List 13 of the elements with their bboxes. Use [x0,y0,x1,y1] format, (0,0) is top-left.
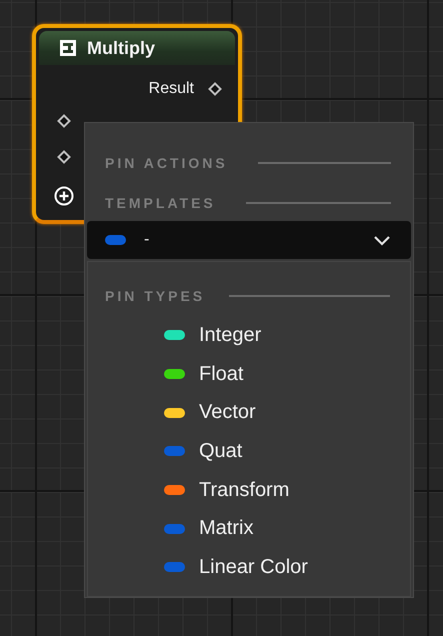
pin-type-label: Integer [199,324,262,347]
pin-type-label: Float [199,362,244,386]
pin-type-label: Matrix [199,517,254,540]
node-title: Multiply [87,38,155,58]
section-heading: PIN ACTIONS [105,155,228,171]
pin-type-label: Vector [199,401,256,424]
section-heading: TEMPLATES [105,195,216,211]
dropdown-value: - [144,231,150,249]
pin-type-label: Linear Color [199,556,308,579]
section-heading: PIN TYPES [105,288,206,304]
pin-type-label: Transform [199,478,290,502]
pin-label: Result [148,80,194,98]
pin-type-label: Quat [199,440,242,463]
